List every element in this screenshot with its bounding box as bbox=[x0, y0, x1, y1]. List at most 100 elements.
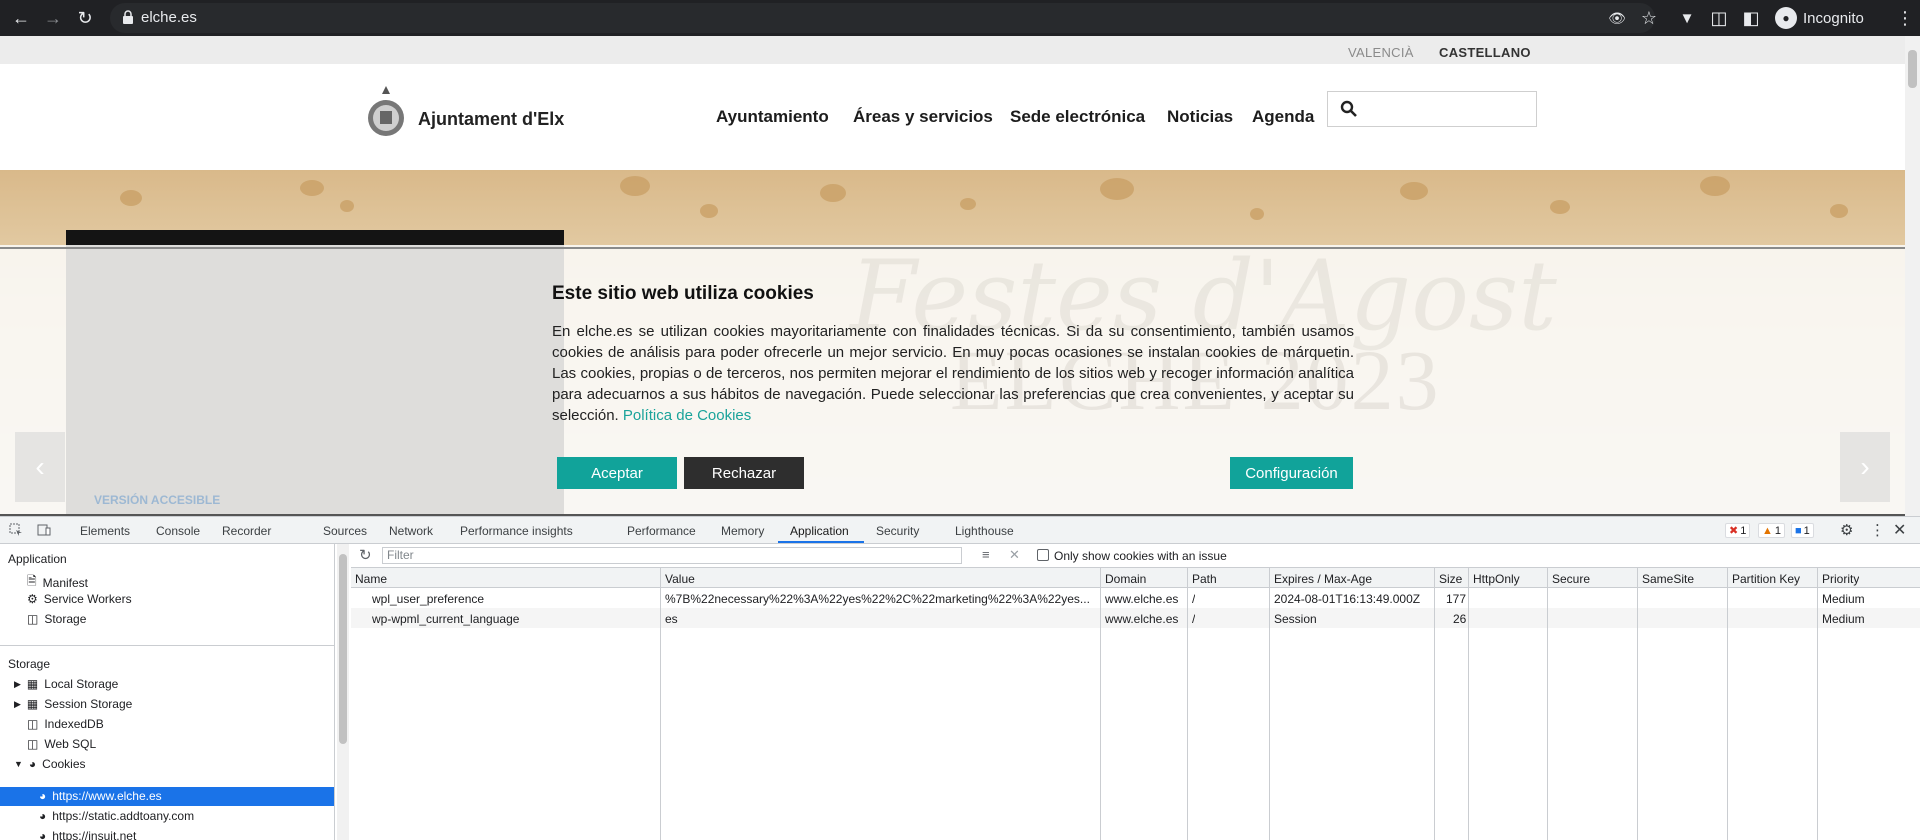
nav-areas-servicios[interactable]: Áreas y servicios bbox=[853, 107, 993, 127]
cell-expires: 2024-08-01T16:13:49.000Z bbox=[1274, 592, 1421, 606]
extension-v-icon[interactable]: ▼ bbox=[1675, 6, 1699, 30]
reject-button[interactable]: Rechazar bbox=[684, 457, 804, 489]
cookie-filter-input[interactable]: Filter bbox=[382, 547, 962, 564]
incognito-icon: ● bbox=[1775, 7, 1797, 29]
device-toolbar-icon[interactable] bbox=[37, 523, 51, 537]
devtools-tabbar: Elements Console Recorder Sources Networ… bbox=[0, 517, 1920, 544]
cell-expires: Session bbox=[1274, 612, 1317, 626]
bookmark-star-icon[interactable]: ☆ bbox=[1637, 6, 1661, 30]
sidebar-item-websql[interactable]: ◫ Web SQL bbox=[27, 737, 96, 751]
sidebar-divider bbox=[0, 645, 334, 646]
site-search-input[interactable] bbox=[1327, 91, 1537, 127]
only-issues-label: Only show cookies with an issue bbox=[1054, 549, 1227, 563]
sidebar-item-service-workers[interactable]: ⚙ Service Workers bbox=[27, 592, 132, 606]
close-devtools-icon[interactable]: ✕ bbox=[1893, 520, 1906, 540]
refresh-icon[interactable]: ↻ bbox=[359, 546, 372, 564]
tab-lighthouse[interactable]: Lighthouse bbox=[955, 524, 1014, 538]
back-icon[interactable]: ← bbox=[9, 6, 33, 30]
sidebar-item-storage[interactable]: ◫ Storage bbox=[27, 612, 86, 626]
cookie-origin-addtoany[interactable]: ◕ https://static.addtoany.com bbox=[39, 809, 194, 823]
nav-ayuntamiento[interactable]: Ayuntamiento bbox=[716, 107, 829, 127]
tab-performance[interactable]: Performance bbox=[627, 524, 696, 538]
tab-elements[interactable]: Elements bbox=[80, 524, 130, 538]
sidebar-scrollbar-thumb[interactable] bbox=[339, 554, 347, 744]
accept-button[interactable]: Aceptar bbox=[557, 457, 677, 489]
error-count-badge[interactable]: ✖ 1 bbox=[1725, 523, 1751, 538]
menu-kebab-icon[interactable]: ⋮ bbox=[1893, 6, 1917, 30]
reload-icon[interactable]: ↻ bbox=[73, 6, 97, 30]
error-count: 1 bbox=[1740, 524, 1747, 537]
cell-priority: Medium bbox=[1822, 612, 1865, 626]
delete-selected-icon[interactable]: ✕ bbox=[1009, 547, 1020, 563]
cookie-icon: ◕ bbox=[39, 789, 47, 803]
nav-noticias[interactable]: Noticias bbox=[1167, 107, 1233, 127]
cookie-origin-insuit[interactable]: ◕ https://insuit.net bbox=[39, 829, 136, 840]
clear-filtered-icon[interactable]: ≡ bbox=[982, 547, 990, 562]
sidebar-item-indexeddb[interactable]: ◫ IndexedDB bbox=[27, 717, 104, 731]
sidebar-item-session-storage[interactable]: ▶ ▦ Session Storage bbox=[14, 697, 132, 711]
lock-icon bbox=[123, 10, 133, 24]
lang-valencia[interactable]: VALENCIÀ bbox=[1348, 45, 1414, 60]
col-httponly[interactable]: HttpOnly bbox=[1473, 572, 1520, 586]
forward-icon[interactable]: → bbox=[41, 6, 65, 30]
devtools-menu-icon[interactable]: ⋮ bbox=[1870, 521, 1885, 539]
col-domain[interactable]: Domain bbox=[1105, 572, 1146, 586]
tab-memory[interactable]: Memory bbox=[721, 524, 764, 538]
nav-sede-electronica[interactable]: Sede electrónica bbox=[1010, 107, 1145, 127]
cell-path: / bbox=[1192, 592, 1196, 606]
cookie-policy-link[interactable]: Política de Cookies bbox=[623, 407, 751, 424]
cell-size: 177 bbox=[1446, 592, 1467, 606]
only-issues-checkbox[interactable] bbox=[1037, 549, 1049, 561]
cookie-icon: ◕ bbox=[39, 809, 47, 823]
col-expires[interactable]: Expires / Max-Age bbox=[1274, 572, 1372, 586]
cookie-icon: ◕ bbox=[28, 757, 37, 771]
lang-castellano[interactable]: CASTELLANO bbox=[1439, 45, 1531, 60]
page-scrollbar-thumb[interactable] bbox=[1908, 50, 1917, 88]
warning-icon: ▲ bbox=[1762, 524, 1773, 537]
col-value[interactable]: Value bbox=[665, 572, 695, 586]
table-icon: ▦ bbox=[26, 697, 39, 711]
side-panel-icon[interactable]: ◧ bbox=[1739, 6, 1763, 30]
gear-icon: ⚙ bbox=[27, 592, 38, 606]
incognito-indicator[interactable]: ● Incognito bbox=[1775, 7, 1864, 29]
inspect-element-icon[interactable] bbox=[9, 523, 23, 537]
col-secure[interactable]: Secure bbox=[1552, 572, 1590, 586]
extensions-puzzle-icon[interactable]: ◫ bbox=[1707, 6, 1731, 30]
tab-sources[interactable]: Sources bbox=[323, 524, 367, 538]
table-icon: ▦ bbox=[26, 677, 39, 691]
language-bar: VALENCIÀ CASTELLANO bbox=[0, 36, 1905, 64]
sidebar-scrollbar[interactable] bbox=[337, 544, 349, 840]
expand-arrow-icon: ▶ bbox=[14, 678, 21, 689]
nav-agenda[interactable]: Agenda bbox=[1252, 107, 1314, 127]
tab-console[interactable]: Console bbox=[156, 524, 200, 538]
configuration-button[interactable]: Configuración bbox=[1230, 457, 1353, 489]
warning-count-badge[interactable]: ▲ 1 bbox=[1758, 523, 1786, 538]
col-size[interactable]: Size bbox=[1439, 572, 1462, 586]
logo-text[interactable]: Ajuntament d'Elx bbox=[418, 109, 564, 130]
eye-off-icon[interactable]: 👁 bbox=[1605, 6, 1629, 30]
col-priority[interactable]: Priority bbox=[1822, 572, 1859, 586]
tab-application[interactable]: Application bbox=[790, 524, 849, 538]
page-scrollbar[interactable] bbox=[1905, 36, 1920, 516]
city-shield-logo[interactable] bbox=[366, 84, 406, 140]
sidebar-item-manifest[interactable]: 🗎 Manifest bbox=[27, 572, 88, 593]
database-icon: ◫ bbox=[27, 612, 39, 626]
tab-performance-insights[interactable]: Performance insights bbox=[460, 524, 573, 538]
info-count-badge[interactable]: ■ 1 bbox=[1791, 523, 1814, 538]
cell-path: / bbox=[1192, 612, 1196, 626]
col-path[interactable]: Path bbox=[1192, 572, 1217, 586]
sidebar-item-local-storage[interactable]: ▶ ▦ Local Storage bbox=[14, 677, 118, 691]
database-icon: ◫ bbox=[27, 717, 39, 731]
cell-domain: www.elche.es bbox=[1105, 612, 1179, 626]
col-name[interactable]: Name bbox=[355, 572, 387, 586]
sidebar-item-cookies[interactable]: ▼ ◕ Cookies bbox=[14, 757, 86, 771]
col-partition-key[interactable]: Partition Key bbox=[1732, 572, 1800, 586]
settings-gear-icon[interactable]: ⚙ bbox=[1840, 521, 1853, 539]
tab-recorder[interactable]: Recorder bbox=[222, 524, 271, 538]
tab-security[interactable]: Security bbox=[876, 524, 919, 538]
cell-domain: www.elche.es bbox=[1105, 592, 1179, 606]
address-bar[interactable]: elche.es bbox=[110, 3, 1655, 33]
tab-network[interactable]: Network bbox=[389, 524, 433, 538]
cookie-origin-elche[interactable]: ◕ https://www.elche.es bbox=[39, 789, 162, 803]
col-samesite[interactable]: SameSite bbox=[1642, 572, 1694, 586]
